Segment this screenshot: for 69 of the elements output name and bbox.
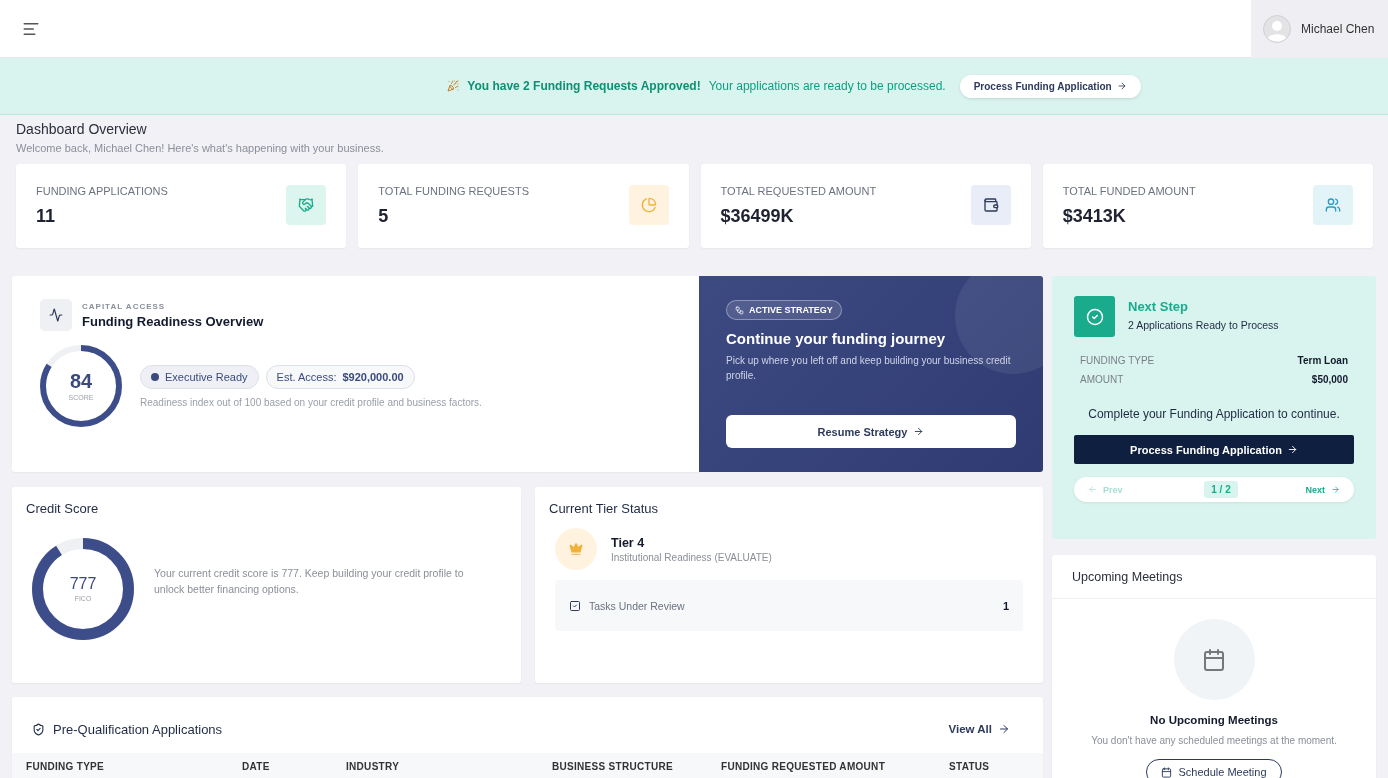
handshake-icon: [286, 185, 327, 225]
page-title: Dashboard Overview: [16, 121, 148, 137]
page-indicator: 1 / 2: [1204, 481, 1238, 498]
stat-value: 5: [378, 206, 390, 227]
detail-label: AMOUNT: [1080, 374, 1124, 387]
user-name[interactable]: Michael Chen: [1301, 21, 1375, 36]
score-value: 777: [69, 576, 97, 592]
card-title: Pre-Qualification Applications: [32, 721, 223, 737]
stat-label: TOTAL REQUESTED AMOUNT: [720, 185, 877, 197]
party-popper-icon: [447, 80, 460, 92]
arrow-right-icon: [1331, 485, 1340, 494]
access-chip: Est. Access: $920,000.00: [265, 364, 415, 389]
process-application-button[interactable]: Process Funding Application: [959, 74, 1141, 98]
credit-text: Your current credit score is 777. Keep building your credit profile to unlock better financing options.: [154, 566, 465, 597]
column-header: STATUS: [949, 761, 991, 772]
shield-check-icon: [32, 722, 45, 736]
stat-label: TOTAL FUNDING REQUESTS: [378, 185, 529, 197]
column-header: BUSINESS STRUCTURE: [552, 761, 674, 772]
crown-icon: [555, 528, 597, 570]
card-title: Credit Score: [26, 501, 100, 516]
stat-label: FUNDING APPLICATIONS: [36, 185, 168, 197]
arrow-right-icon: [913, 426, 925, 437]
resume-strategy-button[interactable]: Resume Strategy: [726, 415, 1016, 448]
next-step-subtitle: 2 Applications Ready to Process: [1128, 319, 1279, 331]
arrow-left-icon: [1088, 485, 1097, 494]
calendar-icon: [1161, 766, 1173, 778]
card-title: Funding Readiness Overview: [82, 313, 264, 329]
stat-label: TOTAL FUNDED AMOUNT: [1062, 185, 1196, 197]
detail-value: $50,000: [1311, 374, 1348, 387]
column-header: DATE: [242, 761, 271, 772]
schedule-meeting-button[interactable]: Schedule Meeting: [1146, 759, 1282, 778]
column-header: INDUSTRY: [346, 761, 401, 772]
strategy-title: Continue your funding journey: [726, 330, 947, 347]
banner-headline: You have 2 Funding Requests Approved!: [467, 79, 701, 93]
score-value: 84: [69, 371, 93, 391]
next-step-message: Complete your Funding Application to continue.: [1087, 407, 1341, 421]
task-label: Tasks Under Review: [569, 599, 685, 612]
empty-text: You don't have any scheduled meetings at the moment.: [1091, 735, 1337, 746]
arrow-right-icon: [1286, 444, 1298, 455]
task-count: 1: [1002, 599, 1009, 612]
next-step-title: Next Step: [1128, 299, 1189, 314]
column-header: FUNDING REQUESTED AMOUNT: [721, 761, 887, 772]
wallet-icon: [970, 185, 1011, 225]
activity-icon: [40, 299, 72, 331]
status-chip: Executive Ready: [140, 364, 259, 389]
arrow-right-icon: [998, 723, 1010, 735]
readiness-note: Readiness index out of 100 based on your credit profile and business factors.: [140, 396, 482, 408]
banner-message: Your applications are ready to be processed.: [708, 79, 946, 93]
detail-value: Term Loan: [1297, 355, 1348, 368]
view-all-link[interactable]: View All: [948, 723, 1010, 735]
card-title: Upcoming Meetings: [1052, 555, 1376, 599]
stat-value: 11: [36, 206, 57, 227]
arrow-right-icon: [1116, 81, 1127, 91]
strategy-badge: ACTIVE STRATEGY: [726, 300, 842, 320]
detail-label: FUNDING TYPE: [1080, 355, 1155, 368]
page-subtitle: Welcome back, Michael Chen! Here's what's happening with your business.: [16, 142, 385, 154]
checkbox-icon: [569, 599, 581, 612]
empty-title: No Upcoming Meetings: [1150, 714, 1278, 726]
pie-chart-icon: [628, 185, 669, 225]
users-icon: [1313, 185, 1353, 225]
column-header: FUNDING TYPE: [26, 761, 106, 772]
tier-description: Institutional Readiness (EVALUATE): [611, 551, 772, 563]
tier-name: Tier 4: [611, 535, 646, 550]
process-application-button[interactable]: Process Funding Application: [1074, 435, 1354, 464]
card-eyebrow: CAPITAL ACCESS: [82, 301, 167, 311]
stat-value: $3413K: [1062, 206, 1127, 227]
stat-value: $36499K: [720, 206, 795, 227]
card-title: Current Tier Status: [549, 501, 660, 516]
strategy-text: Pick up where you left off and keep building your business credit profile.: [726, 354, 1012, 383]
